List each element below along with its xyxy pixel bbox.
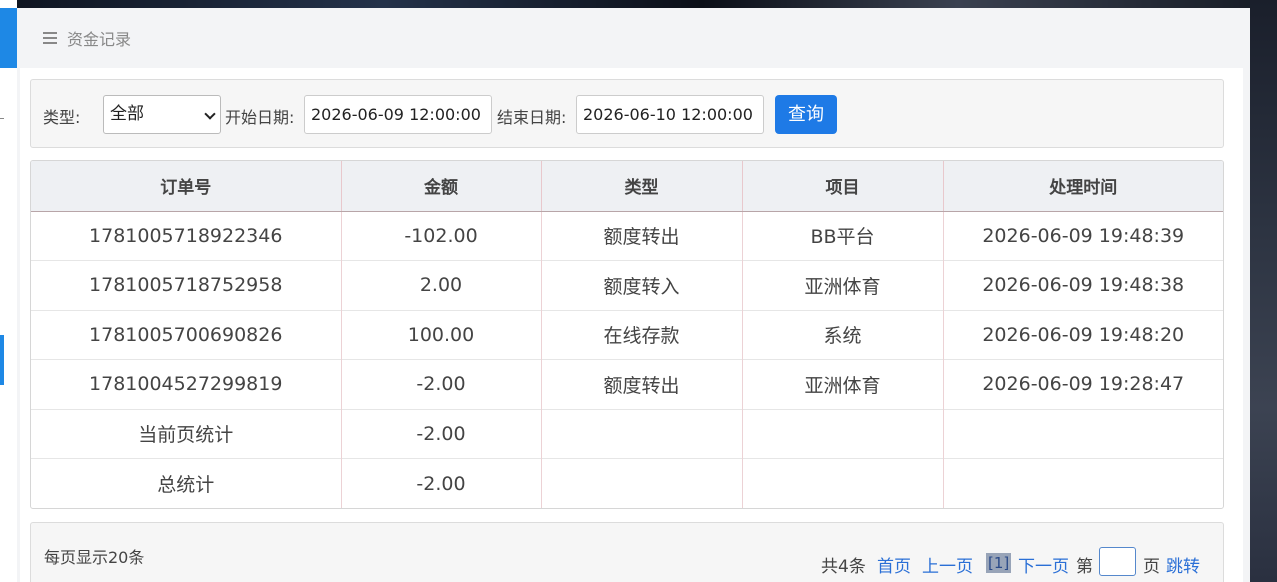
content-area: 类型: 全部 开始日期: 2026-06-09 12:00:00 结束日期: 2… (20, 68, 1243, 582)
page-number-input[interactable] (1099, 547, 1136, 576)
cell-amount: -102.00 (340, 211, 541, 261)
cell-item: 亚洲体育 (741, 260, 943, 310)
sidebar-active-block (0, 8, 17, 68)
col-amount: 金额 (340, 161, 541, 212)
main-panel: 资金记录 类型: 全部 开始日期: 2026-06-09 12:00:00 结束… (17, 8, 1250, 582)
cell-summary-label: 当前页统计 (31, 408, 341, 459)
cell-amount: -2.00 (340, 359, 541, 409)
col-item: 项目 (741, 161, 943, 212)
cell-order-no: 1781005718922346 (89, 224, 283, 247)
table-row: 1781005700690826 100.00 在线存款 系统 2026-06-… (31, 309, 1223, 360)
table-row: 1781004527299819 -2.00 额度转出 亚洲体育 2026-06… (31, 359, 1223, 409)
cell-empty (741, 408, 943, 459)
current-page: [1] (986, 553, 1012, 573)
col-time: 处理时间 (942, 161, 1223, 212)
records-table: 订单号 金额 类型 项目 处理时间 1781005718922346 -102.… (30, 160, 1224, 509)
pagination-bar: 每页显示20条 共4条 首页 上一页 [1] 下一页 第 页 跳转 (30, 522, 1224, 582)
cell-time: 2026-06-09 19:48:20 (942, 309, 1223, 360)
cell-item: BB平台 (741, 211, 943, 261)
cell-amount: -2.00 (340, 458, 541, 508)
left-sidebar-edge (0, 0, 17, 582)
page-header: 资金记录 (17, 8, 1250, 68)
jump-link[interactable]: 跳转 (1166, 552, 1200, 577)
cell-empty (540, 408, 742, 459)
cell-type: 额度转出 (540, 359, 742, 409)
cell-empty (942, 458, 1223, 508)
filter-bar: 类型: 全部 开始日期: 2026-06-09 12:00:00 结束日期: 2… (30, 79, 1224, 148)
background-right-strip (1250, 0, 1277, 582)
next-page-link[interactable]: 下一页 (1018, 552, 1069, 577)
cell-type: 额度转入 (540, 260, 742, 310)
cell-empty (942, 408, 1223, 459)
type-select[interactable]: 全部 (103, 95, 221, 134)
type-select-value: 全部 (110, 104, 144, 124)
table-row: 1781005718752958 2.00 额度转入 亚洲体育 2026-06-… (31, 260, 1223, 310)
page-suffix: 页 (1143, 557, 1160, 577)
page-prefix: 第 (1076, 557, 1093, 577)
cell-item: 亚洲体育 (741, 359, 943, 409)
cell-empty (741, 458, 943, 508)
table-row-grand-total: 总统计 -2.00 (31, 458, 1223, 508)
cell-time: 2026-06-09 19:48:39 (942, 211, 1223, 261)
page-title: 资金记录 (67, 30, 132, 49)
table-row: 1781005718922346 -102.00 额度转出 BB平台 2026-… (31, 211, 1223, 261)
cell-item: 系统 (741, 309, 943, 360)
cell-time: 2026-06-09 19:48:38 (942, 260, 1223, 310)
query-button[interactable]: 查询 (775, 95, 837, 134)
sidebar-tick (0, 118, 4, 119)
per-page-text: 每页显示20条 (44, 548, 145, 567)
cell-order-no: 1781005718752958 (31, 260, 341, 310)
type-label: 类型: (43, 108, 81, 127)
menu-icon[interactable] (43, 32, 57, 44)
prev-page-link[interactable]: 上一页 (922, 552, 973, 577)
cell-empty (540, 458, 742, 508)
background-top-strip (0, 0, 1277, 8)
cell-type: 额度转出 (540, 211, 742, 261)
cell-amount: 2.00 (340, 260, 541, 310)
cell-time: 2026-06-09 19:28:47 (942, 359, 1223, 409)
cell-order-no: 1781005700690826 (31, 309, 341, 360)
first-page-link[interactable]: 首页 (877, 552, 911, 577)
total-count: 共4条 (821, 557, 866, 577)
sidebar-active-indicator (0, 335, 4, 385)
start-date-input[interactable]: 2026-06-09 12:00:00 (304, 95, 492, 134)
table-row-page-total: 当前页统计 -2.00 (31, 408, 1223, 459)
cell-amount: 100.00 (340, 309, 541, 360)
chevron-down-icon (204, 108, 216, 120)
col-type: 类型 (540, 161, 742, 212)
end-date-input[interactable]: 2026-06-10 12:00:00 (576, 95, 764, 134)
end-date-label: 结束日期: (497, 108, 567, 127)
col-order-no: 订单号 (31, 161, 341, 212)
cell-amount: -2.00 (340, 408, 541, 459)
cell-order-no: 1781004527299819 (31, 359, 341, 409)
start-date-label: 开始日期: (225, 108, 295, 127)
cell-summary-label: 总统计 (31, 458, 341, 508)
cell-type: 在线存款 (540, 309, 742, 360)
table-header-row: 订单号 金额 类型 项目 处理时间 (31, 161, 1223, 212)
